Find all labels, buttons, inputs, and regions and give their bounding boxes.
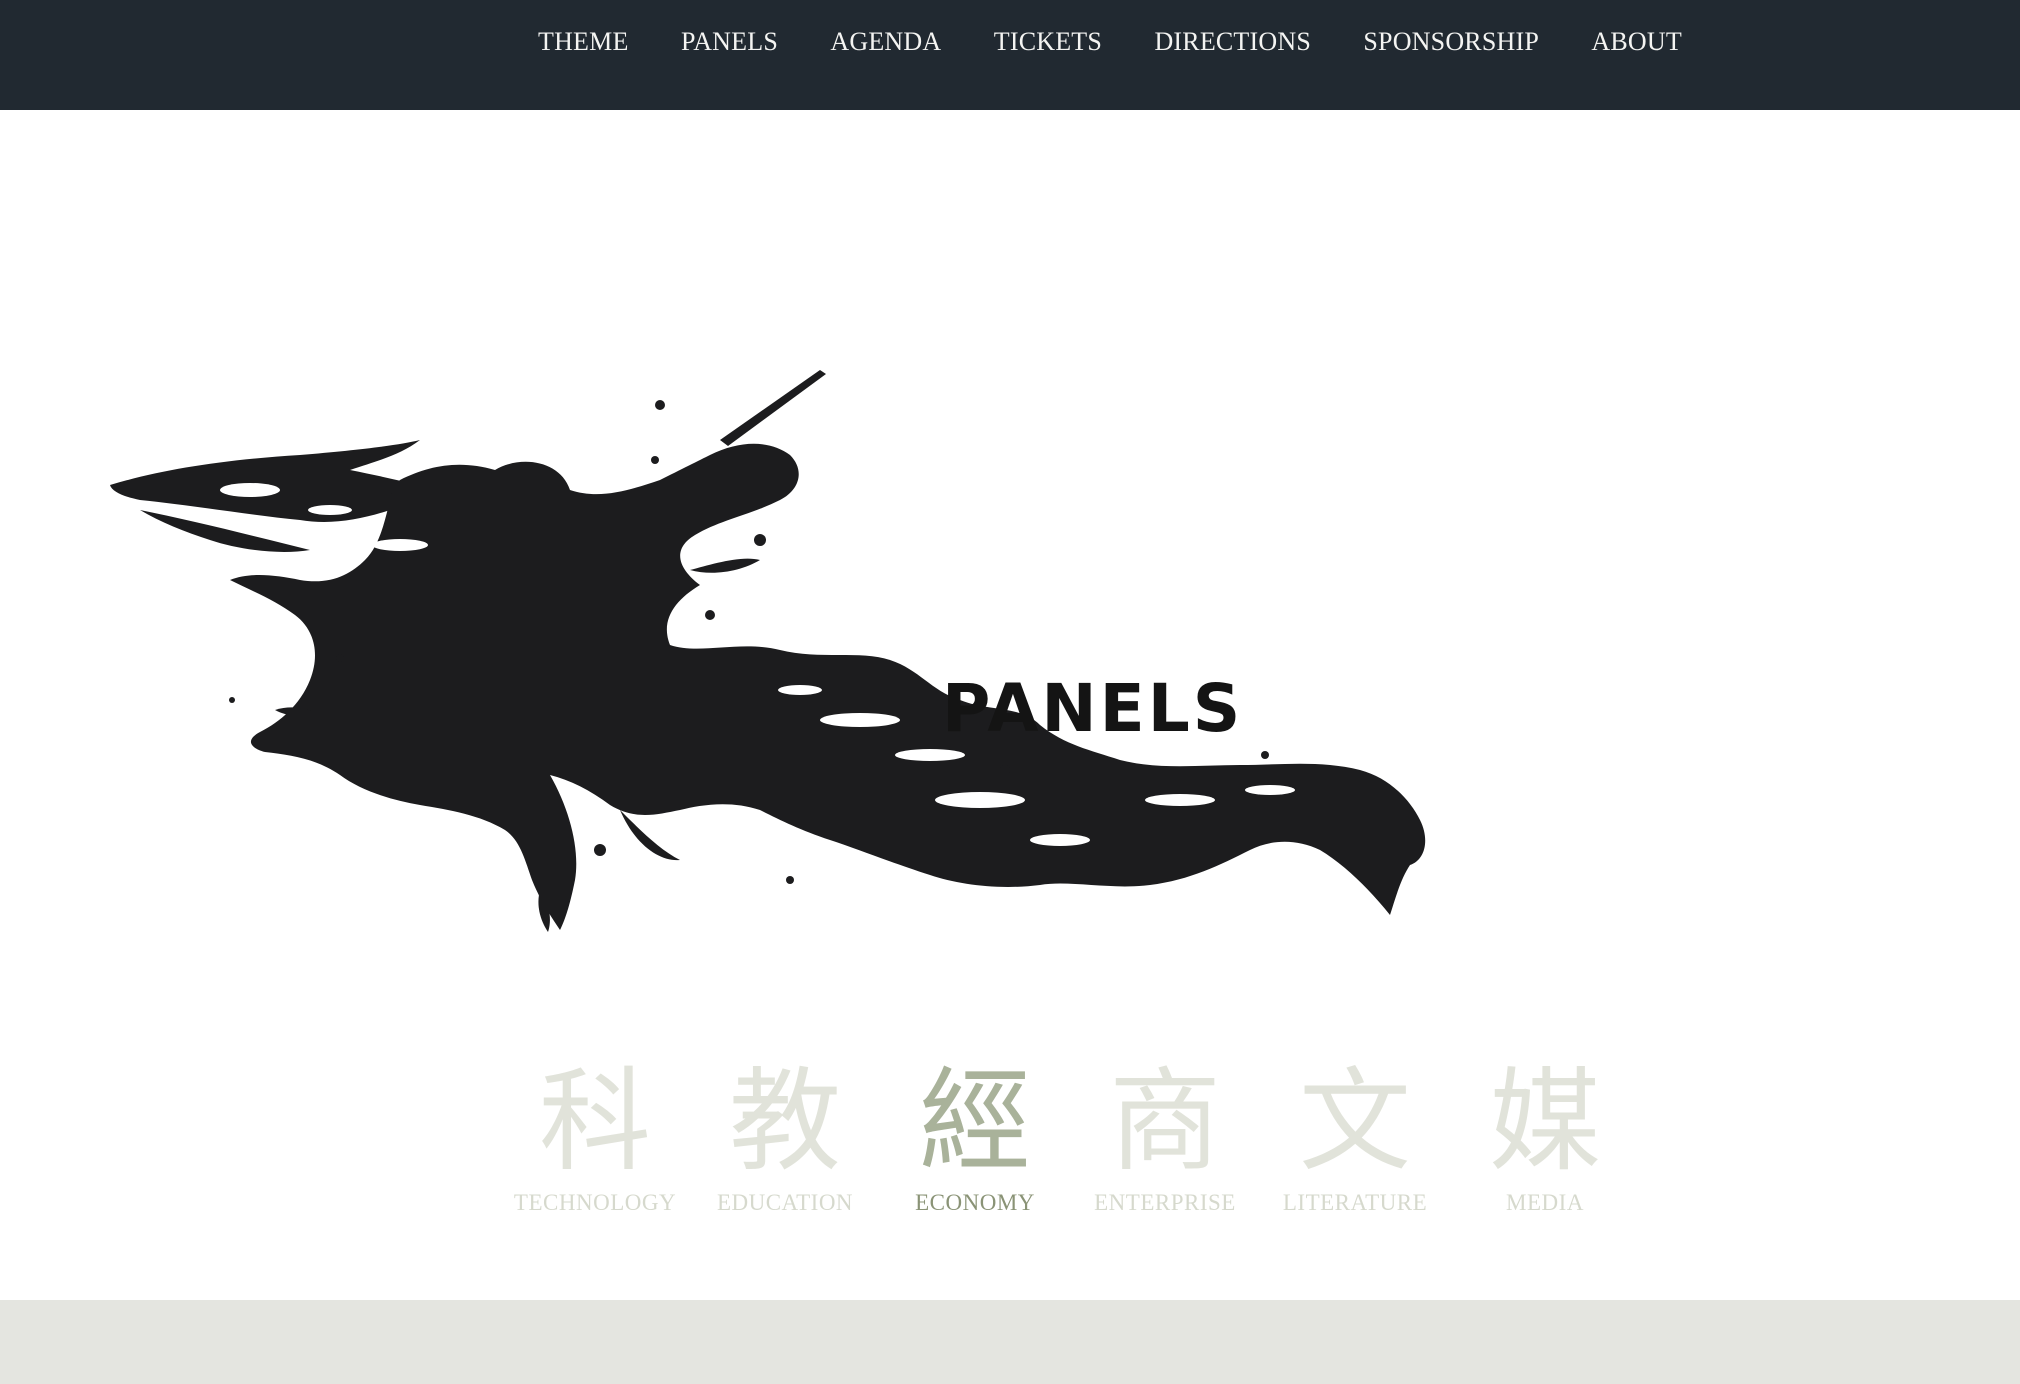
- nav-link-agenda[interactable]: AGENDA: [812, 27, 959, 57]
- media-glyph: 媒: [1489, 1057, 1601, 1187]
- nav-link-directions[interactable]: DIRECTIONS: [1136, 27, 1329, 57]
- ink-splash-image: [110, 370, 1426, 932]
- category-selector: 科 TECHNOLOGY 教 EDUCATION 經 ECONOMY 商 ENT…: [510, 1058, 1630, 1238]
- nav-link-sponsorship[interactable]: SPONSORSHIP: [1345, 27, 1557, 57]
- literature-glyph: 文: [1299, 1057, 1411, 1187]
- category-label: LITERATURE: [1282, 1190, 1428, 1215]
- category-label: ENTERPRISE: [1094, 1190, 1236, 1215]
- top-navbar: THEME PANELS AGENDA TICKETS DIRECTIONS S…: [0, 0, 2020, 110]
- economy-glyph: 經: [919, 1057, 1031, 1187]
- nav-link-panels[interactable]: PANELS: [663, 27, 796, 57]
- category-economy[interactable]: 經 ECONOMY: [890, 1058, 1060, 1238]
- nav-link-about[interactable]: ABOUT: [1573, 27, 1700, 57]
- category-label: ECONOMY: [915, 1190, 1035, 1215]
- education-glyph: 教: [729, 1057, 841, 1187]
- technology-glyph: 科: [539, 1057, 651, 1187]
- footer-band: [0, 1300, 2020, 1384]
- enterprise-glyph: 商: [1109, 1057, 1221, 1187]
- category-label: EDUCATION: [716, 1190, 854, 1215]
- category-education[interactable]: 教 EDUCATION: [700, 1058, 870, 1238]
- main-nav: THEME PANELS AGENDA TICKETS DIRECTIONS S…: [520, 0, 1700, 84]
- category-label: MEDIA: [1506, 1190, 1584, 1215]
- category-literature[interactable]: 文 LITERATURE: [1270, 1058, 1440, 1238]
- category-media[interactable]: 媒 MEDIA: [1460, 1058, 1630, 1238]
- category-technology[interactable]: 科 TECHNOLOGY: [510, 1058, 680, 1238]
- category-enterprise[interactable]: 商 ENTERPRISE: [1080, 1058, 1250, 1238]
- hero-title: PANELS: [942, 670, 1244, 748]
- category-label: TECHNOLOGY: [513, 1190, 677, 1215]
- page: THEME PANELS AGENDA TICKETS DIRECTIONS S…: [0, 0, 2020, 1384]
- nav-link-theme[interactable]: THEME: [520, 27, 647, 57]
- nav-link-tickets[interactable]: TICKETS: [976, 27, 1120, 57]
